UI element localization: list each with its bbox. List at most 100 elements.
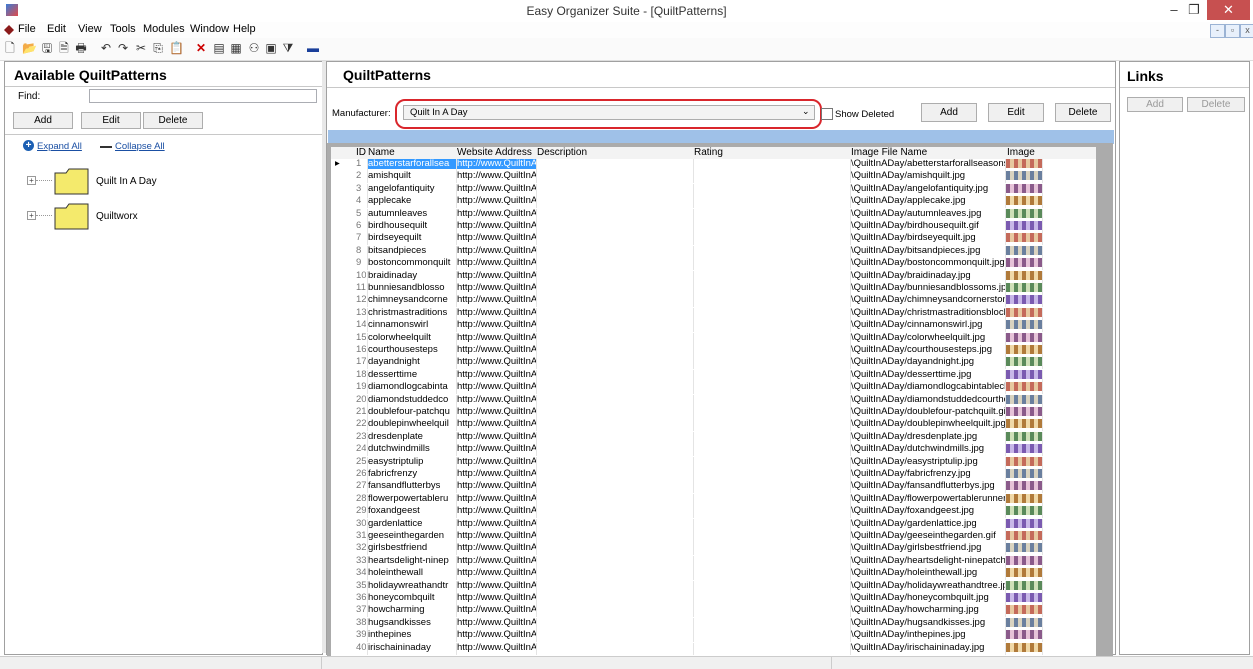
table-row[interactable]: 34 holeinthewall http://www.QuiltInA \Quilt…	[331, 568, 1096, 581]
left-edit-button[interactable]: Edit	[81, 112, 141, 129]
table-row[interactable]: 37 howcharming http://www.QuiltInA \QuiltIn…	[331, 605, 1096, 618]
collapse-all-icon[interactable]	[100, 146, 112, 148]
table-row[interactable]: 39 inthepines http://www.QuiltInA \QuiltInA…	[331, 630, 1096, 643]
left-delete-button[interactable]: Delete	[143, 112, 203, 129]
table-row[interactable]: 32 girlsbestfriend http://www.QuiltInA \Qui…	[331, 543, 1096, 556]
tree-node[interactable]: + Quiltworx	[27, 203, 307, 231]
table-row[interactable]: 20 diamondstuddedco http://www.QuiltInA \Qu…	[331, 394, 1096, 407]
grid-line	[1005, 332, 1006, 345]
table-row[interactable]: 10 braidinaday http://www.QuiltInA \QuiltIn…	[331, 270, 1096, 283]
table-row[interactable]: 13 christmastraditions http://www.QuiltInA…	[331, 307, 1096, 320]
table-row[interactable]: 7 birdseyequilt http://www.QuiltInA \QuiltI…	[331, 233, 1096, 246]
table-row[interactable]: 2 amishquilt http://www.QuiltInA \QuiltInAD…	[331, 171, 1096, 184]
find-input[interactable]	[89, 89, 317, 103]
table-row[interactable]: 21 doublefour-patchqu http://www.QuiltInA \…	[331, 407, 1096, 419]
filter-icon[interactable]: ⧩	[281, 41, 295, 55]
col-image[interactable]: Image	[1007, 147, 1035, 158]
vertical-scrollbar[interactable]	[1099, 143, 1113, 656]
list-view-icon[interactable]: ▤	[212, 41, 226, 55]
col-website[interactable]: Website Address	[457, 147, 532, 158]
table-row[interactable]: 4 applecake http://www.QuiltInA \QuiltInADa…	[331, 196, 1096, 209]
undo-icon[interactable]: ↶	[99, 41, 113, 55]
table-row[interactable]: 5 autumnleaves http://www.QuiltInA \QuiltIn…	[331, 208, 1096, 221]
table-row[interactable]: 15 colorwheelquilt http://www.QuiltInA \Qui…	[331, 332, 1096, 345]
delete-icon[interactable]: ✕	[194, 41, 208, 55]
print-icon[interactable]: 🖶	[74, 41, 88, 55]
table-row[interactable]: 11 bunniesandblosso http://www.QuiltInA \Qu…	[331, 283, 1096, 295]
menu-file[interactable]: File	[18, 23, 36, 35]
paste-icon[interactable]: 📋	[169, 41, 184, 55]
tree-connector	[36, 180, 52, 181]
minimize-button[interactable]: –	[1164, 0, 1184, 20]
links-add-button[interactable]: Add	[1127, 97, 1183, 112]
col-id[interactable]: ID	[356, 147, 366, 158]
table-row[interactable]: 27 fansandflutterbys http://www.QuiltInA \Q…	[331, 481, 1096, 494]
table-row[interactable]: 35 holidaywreathandtr http://www.QuiltInA \…	[331, 580, 1096, 593]
copy-icon[interactable]: ⎘	[151, 41, 165, 55]
menu-view[interactable]: View	[78, 23, 102, 35]
mdi-close-icon[interactable]: x	[1240, 24, 1253, 38]
menu-tools[interactable]: Tools	[110, 23, 136, 35]
report-icon[interactable]: ▣	[264, 41, 278, 55]
collapse-all-link[interactable]: Collapse All	[115, 141, 165, 152]
table-row[interactable]: 8 bitsandpieces http://www.QuiltInA \QuiltI…	[331, 245, 1096, 258]
row-id: 2	[356, 171, 362, 182]
manufacturer-select[interactable]: Quilt In A Day ⌄	[403, 105, 815, 120]
menu-edit[interactable]: Edit	[47, 23, 66, 35]
table-row[interactable]: 6 birdhousequilt http://www.QuiltInA \Quilt…	[331, 221, 1096, 233]
cut-icon[interactable]: ✂	[134, 41, 148, 55]
left-add-button[interactable]: Add	[13, 112, 73, 129]
table-row[interactable]: 23 dresdenplate http://www.QuiltInA \QuiltI…	[331, 431, 1096, 444]
monitor-icon[interactable]: ▬	[306, 41, 320, 55]
expand-all-icon[interactable]: +	[23, 140, 34, 151]
col-rating[interactable]: Rating	[694, 147, 723, 158]
table-row[interactable]: 17 dayandnight http://www.QuiltInA \QuiltIn…	[331, 357, 1096, 370]
col-name[interactable]: Name	[368, 147, 395, 158]
table-row[interactable]: 30 gardenlattice http://www.QuiltInA \Quilt…	[331, 518, 1096, 531]
menu-window[interactable]: Window	[190, 23, 229, 35]
new-file-icon[interactable]: 🗋	[3, 41, 17, 55]
mdi-minimize-icon[interactable]: -	[1210, 24, 1225, 38]
table-row[interactable]: 33 heartsdelight-ninep http://www.QuiltInA…	[331, 555, 1096, 568]
expand-all-link[interactable]: Expand All	[37, 141, 82, 152]
tree-expander-icon[interactable]: +	[27, 176, 36, 185]
close-button[interactable]: ✕	[1207, 0, 1250, 20]
table-row[interactable]: 28 flowerpowertableru http://www.QuiltInA \…	[331, 493, 1096, 506]
table-row[interactable]: 12 chimneysandcorne http://www.QuiltInA \Qu…	[331, 295, 1096, 308]
menu-modules[interactable]: Modules	[143, 23, 185, 35]
col-image-file[interactable]: Image File Name	[851, 147, 927, 158]
table-row[interactable]: 16 courthousesteps http://www.QuiltInA \Qui…	[331, 345, 1096, 357]
table-row[interactable]: 29 foxandgeest http://www.QuiltInA \QuiltIn…	[331, 506, 1096, 519]
col-description[interactable]: Description	[537, 147, 587, 158]
table-row[interactable]: 25 easystriptulip http://www.QuiltInA \Quil…	[331, 456, 1096, 469]
table-row[interactable]: 9 bostoncommonquilt http://www.QuiltInA \Qu…	[331, 258, 1096, 271]
tree-expander-icon[interactable]: +	[27, 211, 36, 220]
links-delete-button[interactable]: Delete	[1187, 97, 1245, 112]
table-row[interactable]: 14 cinnamonswirl http://www.QuiltInA \Quilt…	[331, 320, 1096, 333]
print-preview-icon[interactable]: 🗎	[57, 41, 71, 55]
table-row[interactable]: 19 diamondlogcabinta http://www.QuiltInA \Q…	[331, 382, 1096, 395]
menu-help[interactable]: Help	[233, 23, 256, 35]
table-row[interactable]: 3 angelofantiquity http://www.QuiltInA \Qui…	[331, 183, 1096, 196]
show-deleted-checkbox[interactable]	[821, 108, 833, 120]
open-icon[interactable]: 📂	[22, 41, 37, 55]
edit-button[interactable]: Edit	[988, 103, 1044, 122]
table-row[interactable]: 31 geeseinthegarden http://www.QuiltInA \Qu…	[331, 531, 1096, 543]
table-row[interactable]: 38 hugsandkisses http://www.QuiltInA \Quilt…	[331, 617, 1096, 630]
grid-view-icon[interactable]: ▦	[229, 41, 243, 55]
tree-node[interactable]: + Quilt In A Day	[27, 168, 307, 196]
table-row[interactable]: 24 dutchwindmills http://www.QuiltInA \Quil…	[331, 444, 1096, 457]
table-row[interactable]: 40 irischaininaday http://www.QuiltInA \Qui…	[331, 642, 1096, 655]
maximize-button[interactable]: ❐	[1184, 0, 1204, 20]
redo-icon[interactable]: ↷	[116, 41, 130, 55]
mdi-restore-icon[interactable]: ▫	[1225, 24, 1240, 38]
table-row[interactable]: 22 doublepinwheelquil http://www.QuiltInA \…	[331, 419, 1096, 432]
add-button[interactable]: Add	[921, 103, 977, 122]
users-icon[interactable]: ⚇	[247, 41, 261, 55]
table-row[interactable]: 18 desserttime http://www.QuiltInA \QuiltIn…	[331, 369, 1096, 382]
table-row[interactable]: 26 fabricfrenzy http://www.QuiltInA \QuiltI…	[331, 469, 1096, 481]
save-icon[interactable]: 🖫	[40, 41, 54, 55]
table-row[interactable]: 36 honeycombquilt http://www.QuiltInA \Quil…	[331, 593, 1096, 605]
delete-button[interactable]: Delete	[1055, 103, 1111, 122]
table-row[interactable]: ▸ 1 abetterstarforallsea http://www.QuiltIn…	[331, 159, 1096, 171]
